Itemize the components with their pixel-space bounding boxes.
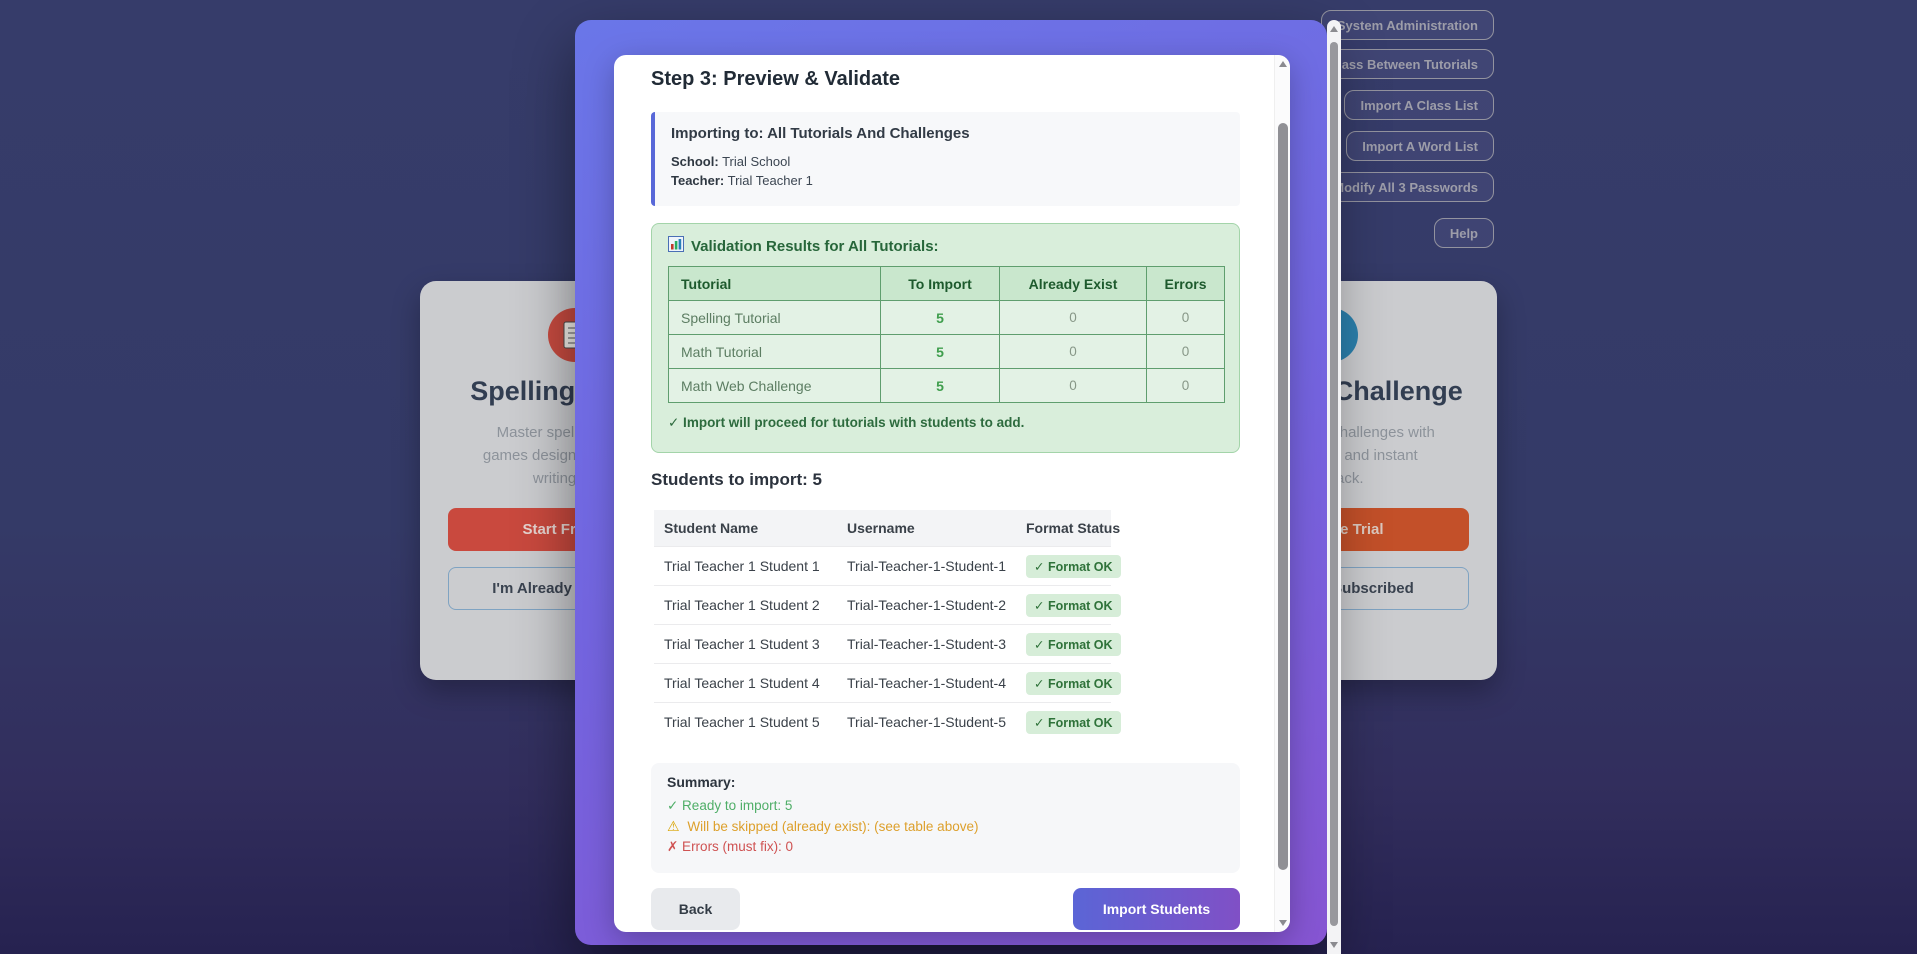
page-scrollbar-thumb[interactable] bbox=[1330, 42, 1338, 926]
student-row: Trial Teacher 1 Student 3Trial-Teacher-1… bbox=[654, 624, 1111, 663]
summary-panel: Summary: ✓ Ready to import: 5 ⚠ Will be … bbox=[651, 763, 1240, 873]
school-line: School: Trial School bbox=[671, 152, 1224, 171]
bar-chart-icon bbox=[668, 236, 684, 256]
admin-button-import-a-word-list[interactable]: Import A Word List bbox=[1346, 131, 1494, 161]
count-cell: 5 bbox=[881, 369, 1000, 403]
count-cell: 5 bbox=[881, 301, 1000, 335]
teacher-label: Teacher: bbox=[671, 173, 724, 188]
tutorial-name-cell: Spelling Tutorial bbox=[669, 301, 881, 335]
count-cell: 0 bbox=[1147, 301, 1225, 335]
summary-skipped-line: ⚠ Will be skipped (already exist): (see … bbox=[667, 816, 1224, 837]
dialog-title: Step 3: Preview & Validate bbox=[651, 68, 900, 91]
format-status-cell: ✓ Format OK bbox=[1016, 555, 1111, 578]
validation-col-header: Already Exist bbox=[1000, 267, 1147, 301]
format-ok-badge: ✓ Format OK bbox=[1026, 711, 1121, 734]
importing-to-panel: Importing to: All Tutorials And Challeng… bbox=[651, 112, 1240, 206]
tutorial-name-cell: Math Web Challenge bbox=[669, 369, 881, 403]
validation-table-row: Math Web Challenge500 bbox=[669, 369, 1225, 403]
admin-button-help[interactable]: Help bbox=[1434, 218, 1494, 248]
scroll-down-arrow-icon[interactable] bbox=[1279, 920, 1287, 926]
format-ok-badge: ✓ Format OK bbox=[1026, 555, 1121, 578]
format-ok-badge: ✓ Format OK bbox=[1026, 672, 1121, 695]
admin-button-import-a-class-list[interactable]: Import A Class List bbox=[1344, 90, 1494, 120]
count-cell: 0 bbox=[1000, 335, 1147, 369]
validation-results-panel: Validation Results for All Tutorials: Tu… bbox=[651, 223, 1240, 453]
modal-overlay: Step 3: Preview & Validate Importing to:… bbox=[575, 20, 1327, 945]
students-col-header: Username bbox=[837, 520, 1016, 536]
validation-col-header: Errors bbox=[1147, 267, 1225, 301]
back-button[interactable]: Back bbox=[651, 888, 740, 930]
count-cell: 0 bbox=[1147, 335, 1225, 369]
students-table-header: Student NameUsernameFormat Status bbox=[654, 510, 1111, 546]
school-label: School: bbox=[671, 154, 719, 169]
student-name: Trial Teacher 1 Student 2 bbox=[654, 597, 837, 613]
validation-heading: Validation Results for All Tutorials: bbox=[668, 236, 1223, 256]
validation-table: TutorialTo ImportAlready ExistErrors Spe… bbox=[668, 266, 1225, 403]
admin-button-modify-all-3-passwords[interactable]: Modify All 3 Passwords bbox=[1317, 172, 1494, 202]
summary-ready-line: ✓ Ready to import: 5 bbox=[667, 796, 1224, 816]
format-status-cell: ✓ Format OK bbox=[1016, 633, 1111, 656]
scroll-up-arrow-icon[interactable] bbox=[1279, 61, 1287, 67]
student-username: Trial-Teacher-1-Student-5 bbox=[837, 714, 1016, 730]
students-to-import-heading: Students to import: 5 bbox=[651, 470, 822, 490]
school-value: Trial School bbox=[722, 154, 790, 169]
teacher-line: Teacher: Trial Teacher 1 bbox=[671, 171, 1224, 190]
student-row: Trial Teacher 1 Student 2Trial-Teacher-1… bbox=[654, 585, 1111, 624]
student-name: Trial Teacher 1 Student 5 bbox=[654, 714, 837, 730]
format-ok-badge: ✓ Format OK bbox=[1026, 594, 1121, 617]
student-row: Trial Teacher 1 Student 5Trial-Teacher-1… bbox=[654, 702, 1111, 741]
count-cell: 0 bbox=[1000, 301, 1147, 335]
validation-footnote: ✓ Import will proceed for tutorials with… bbox=[668, 415, 1223, 431]
teacher-value: Trial Teacher 1 bbox=[728, 173, 813, 188]
validation-table-row: Spelling Tutorial500 bbox=[669, 301, 1225, 335]
student-row: Trial Teacher 1 Student 1Trial-Teacher-1… bbox=[654, 546, 1111, 585]
scroll-down-arrow-icon[interactable] bbox=[1330, 942, 1338, 948]
count-cell: 0 bbox=[1000, 369, 1147, 403]
student-row: Trial Teacher 1 Student 4Trial-Teacher-1… bbox=[654, 663, 1111, 702]
admin-button-system-administration[interactable]: System Administration bbox=[1321, 10, 1494, 40]
student-username: Trial-Teacher-1-Student-3 bbox=[837, 636, 1016, 652]
scroll-up-arrow-icon[interactable] bbox=[1330, 26, 1338, 32]
tutorial-name-cell: Math Tutorial bbox=[669, 335, 881, 369]
students-col-header: Format Status bbox=[1016, 520, 1111, 536]
format-ok-badge: ✓ Format OK bbox=[1026, 633, 1121, 656]
dialog-scrollbar[interactable] bbox=[1274, 55, 1290, 932]
page-scrollbar[interactable] bbox=[1327, 20, 1341, 954]
importing-to-heading: Importing to: All Tutorials And Challeng… bbox=[671, 125, 1224, 142]
student-name: Trial Teacher 1 Student 4 bbox=[654, 675, 837, 691]
format-status-cell: ✓ Format OK bbox=[1016, 672, 1111, 695]
page: Spelling Tutorial Master spelling with f… bbox=[0, 0, 1917, 954]
import-wizard-dialog: Step 3: Preview & Validate Importing to:… bbox=[614, 55, 1290, 932]
student-username: Trial-Teacher-1-Student-2 bbox=[837, 597, 1016, 613]
dialog-scrollbar-thumb[interactable] bbox=[1278, 123, 1288, 870]
validation-col-header: To Import bbox=[881, 267, 1000, 301]
import-students-button[interactable]: Import Students bbox=[1073, 888, 1240, 930]
count-cell: 5 bbox=[881, 335, 1000, 369]
format-status-cell: ✓ Format OK bbox=[1016, 711, 1111, 734]
students-table: Student NameUsernameFormat Status Trial … bbox=[654, 510, 1111, 741]
student-name: Trial Teacher 1 Student 3 bbox=[654, 636, 837, 652]
warning-icon: ⚠ bbox=[667, 818, 680, 834]
format-status-cell: ✓ Format OK bbox=[1016, 594, 1111, 617]
students-col-header: Student Name bbox=[654, 520, 837, 536]
validation-table-row: Math Tutorial500 bbox=[669, 335, 1225, 369]
count-cell: 0 bbox=[1147, 369, 1225, 403]
student-username: Trial-Teacher-1-Student-4 bbox=[837, 675, 1016, 691]
validation-col-header: Tutorial bbox=[669, 267, 881, 301]
summary-errors-line: ✗ Errors (must fix): 0 bbox=[667, 837, 1224, 857]
summary-heading: Summary: bbox=[667, 774, 1224, 790]
student-username: Trial-Teacher-1-Student-1 bbox=[837, 558, 1016, 574]
student-name: Trial Teacher 1 Student 1 bbox=[654, 558, 837, 574]
